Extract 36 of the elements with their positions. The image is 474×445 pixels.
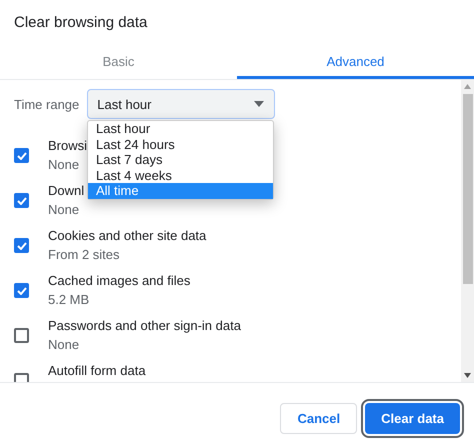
item-detail: None bbox=[48, 157, 80, 172]
scroll-down-icon[interactable] bbox=[464, 373, 471, 378]
check-icon bbox=[16, 242, 26, 250]
check-icon bbox=[16, 286, 26, 294]
item-detail: From 2 sites bbox=[48, 247, 121, 262]
check-icon bbox=[16, 196, 26, 204]
caret-icon bbox=[254, 101, 264, 107]
cancel-button[interactable]: Cancel bbox=[280, 403, 358, 434]
dropdown-option[interactable]: Last 7 days bbox=[88, 152, 273, 168]
tab[interactable]: Advanced bbox=[237, 46, 474, 79]
dropdown-option[interactable]: Last hour bbox=[88, 121, 273, 136]
time-range-label: Time range bbox=[14, 96, 80, 112]
item-label: Downl bbox=[48, 183, 84, 198]
checkbox[interactable] bbox=[14, 148, 29, 163]
dropdown-option[interactable]: Last 4 weeks bbox=[88, 168, 273, 183]
checkbox[interactable] bbox=[14, 193, 29, 208]
time-range-dropdown[interactable]: Last hour bbox=[87, 89, 276, 119]
item-detail: 5.2 MB bbox=[48, 292, 90, 307]
checkbox[interactable] bbox=[14, 283, 29, 298]
item-label: Browsi bbox=[48, 138, 88, 153]
item-detail: None bbox=[48, 202, 80, 217]
checkbox[interactable] bbox=[14, 328, 29, 343]
clear-data-button[interactable]: Clear data bbox=[365, 403, 460, 434]
item-detail: None bbox=[48, 337, 80, 352]
dropdown-option[interactable]: All time bbox=[88, 183, 273, 198]
check-icon bbox=[16, 152, 26, 160]
item-label: Cached images and files bbox=[48, 273, 190, 288]
item-label: Cookies and other site data bbox=[48, 228, 206, 243]
dialog-title: Clear browsing data bbox=[13, 13, 148, 33]
tab[interactable]: Basic bbox=[0, 46, 237, 79]
scroll-up-icon[interactable] bbox=[464, 84, 471, 89]
item-label: Autofill form data bbox=[48, 363, 146, 378]
scrollbar[interactable] bbox=[461, 80, 474, 382]
item-label: Passwords and other sign-in data bbox=[48, 318, 241, 333]
dropdown-option[interactable]: Last 24 hours bbox=[88, 136, 273, 152]
checkbox[interactable] bbox=[14, 238, 29, 253]
